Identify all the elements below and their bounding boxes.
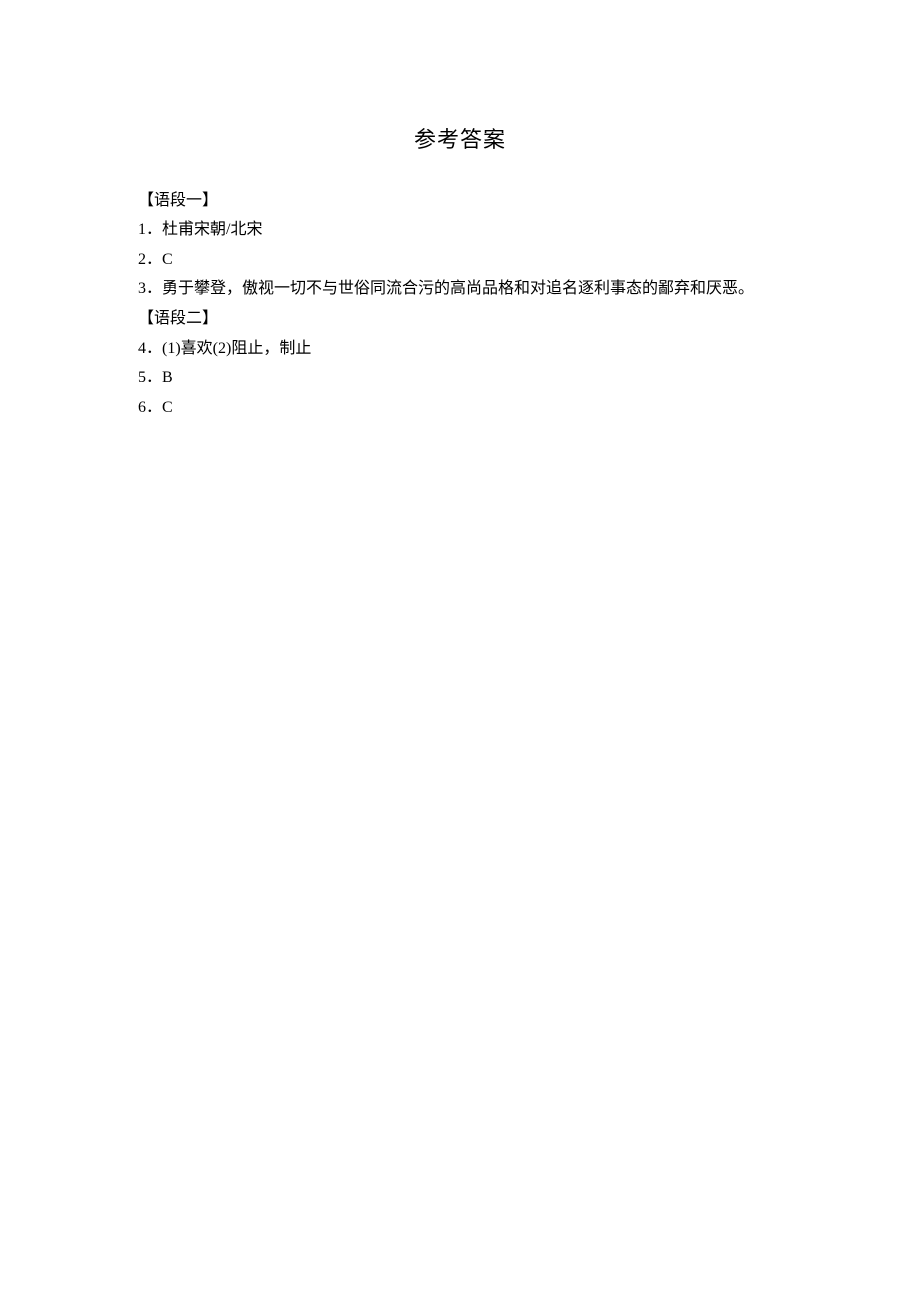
answer-item-4: 4．(1)喜欢(2)阻止，制止 <box>110 334 810 364</box>
section-1-header: 【语段一】 <box>110 186 810 216</box>
answer-item-6: 6．C <box>110 393 810 423</box>
page-title: 参考答案 <box>110 120 810 161</box>
answer-item-5: 5．B <box>110 363 810 393</box>
answer-item-3: 3．勇于攀登，傲视一切不与世俗同流合污的高尚品格和对追名逐利事态的鄙弃和厌恶。 <box>110 274 810 304</box>
answer-item-1: 1．杜甫宋朝/北宋 <box>110 215 810 245</box>
answer-item-2: 2．C <box>110 245 810 275</box>
section-2-header: 【语段二】 <box>110 304 810 334</box>
